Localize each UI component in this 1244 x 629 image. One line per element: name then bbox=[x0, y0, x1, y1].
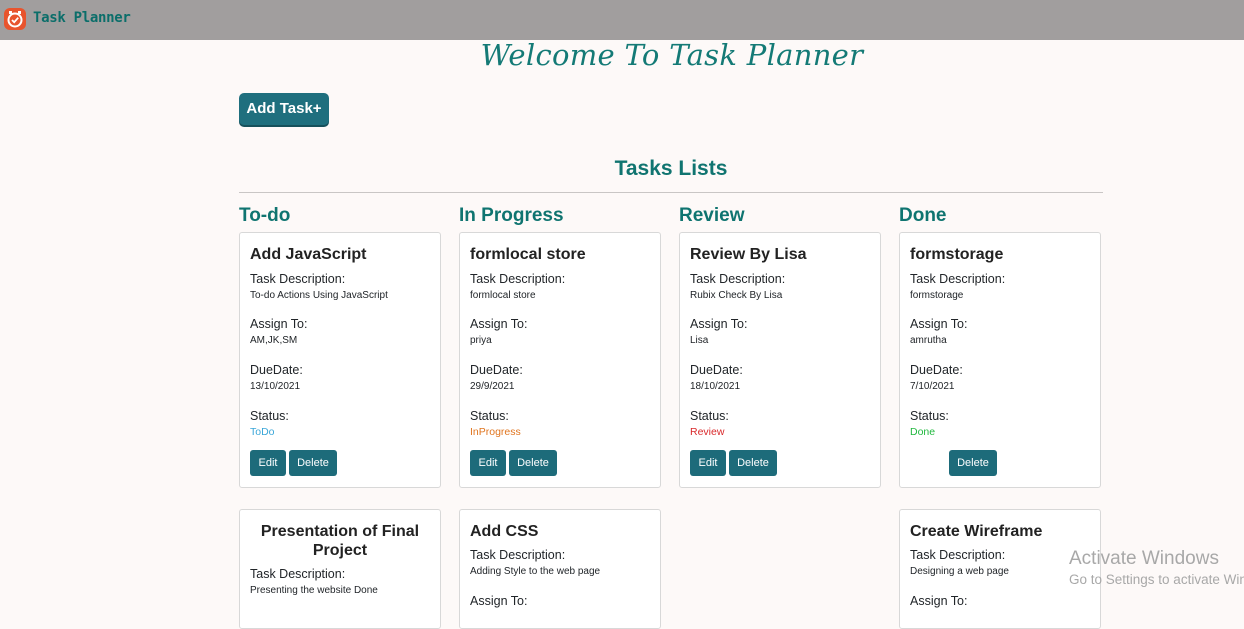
edit-button[interactable]: Edit bbox=[470, 450, 506, 476]
description-label: Task Description: bbox=[910, 548, 1006, 562]
description-label: Task Description: bbox=[470, 548, 566, 562]
task-title: Create Wireframe bbox=[910, 523, 1043, 540]
assign-label: Assign To: bbox=[910, 594, 968, 608]
description-label: Task Description: bbox=[470, 272, 566, 286]
due-date-value: 18/10/2021 bbox=[690, 381, 741, 392]
assign-label: Assign To: bbox=[910, 317, 968, 331]
due-date-label: DueDate: bbox=[470, 363, 523, 377]
description-label: Task Description: bbox=[910, 272, 1006, 286]
status-label: Status: bbox=[690, 409, 729, 423]
due-date-label: DueDate: bbox=[910, 363, 963, 377]
description-value: Designing a web page bbox=[910, 566, 1009, 577]
task-title: Add CSS bbox=[470, 523, 539, 540]
column-title-done: Done bbox=[899, 205, 947, 226]
edit-button[interactable]: Edit bbox=[690, 450, 726, 476]
delete-button[interactable]: Delete bbox=[289, 450, 337, 476]
column-title-review: Review bbox=[679, 205, 745, 226]
delete-button[interactable]: Delete bbox=[509, 450, 557, 476]
status-value: Review bbox=[690, 426, 725, 438]
assign-label: Assign To: bbox=[690, 317, 748, 331]
description-value: formstorage bbox=[910, 290, 964, 301]
status-value: ToDo bbox=[250, 426, 275, 438]
description-label: Task Description: bbox=[250, 567, 346, 581]
assign-value: priya bbox=[470, 335, 492, 346]
status-value: Done bbox=[910, 426, 936, 438]
status-label: Status: bbox=[470, 409, 509, 423]
status-label: Status: bbox=[910, 409, 949, 423]
task-card: formlocal store Task Description: formlo… bbox=[459, 232, 661, 488]
task-card: formstorage Task Description: formstorag… bbox=[899, 232, 1101, 488]
description-value: formlocal store bbox=[470, 290, 536, 301]
assign-value: amrutha bbox=[910, 335, 947, 346]
due-date-value: 29/9/2021 bbox=[470, 381, 515, 392]
activate-windows-watermark-text: Go to Settings to activate Windows. bbox=[1069, 572, 1244, 587]
description-label: Task Description: bbox=[690, 272, 786, 286]
activate-windows-watermark-title: Activate Windows bbox=[1069, 548, 1219, 569]
task-card: Add JavaScript Task Description: To-do A… bbox=[239, 232, 441, 488]
description-label: Task Description: bbox=[250, 272, 346, 286]
task-title: formstorage bbox=[910, 246, 1004, 263]
task-title: Add JavaScript bbox=[250, 246, 367, 263]
assign-label: Assign To: bbox=[250, 317, 308, 331]
navbar: Task Planner bbox=[0, 0, 1244, 40]
due-date-value: 7/10/2021 bbox=[910, 381, 955, 392]
delete-button[interactable]: Delete bbox=[949, 450, 997, 476]
page-title: Welcome To Task Planner bbox=[480, 38, 864, 72]
description-value: Rubix Check By Lisa bbox=[690, 290, 783, 301]
status-value: InProgress bbox=[470, 426, 521, 438]
divider bbox=[239, 192, 1103, 193]
assign-value: Lisa bbox=[690, 335, 709, 346]
description-value: Presenting the website Done bbox=[250, 585, 378, 596]
add-task-button[interactable]: Add Task+ bbox=[239, 93, 329, 125]
task-title: formlocal store bbox=[470, 246, 586, 263]
column-title-in-progress: In Progress bbox=[459, 205, 564, 226]
task-card: Presentation of Final Project Task Descr… bbox=[239, 509, 441, 629]
description-value: Adding Style to the web page bbox=[470, 566, 601, 577]
due-date-value: 13/10/2021 bbox=[250, 381, 301, 392]
task-title: Review By Lisa bbox=[690, 246, 807, 263]
task-title: Presentation of Final Project bbox=[260, 523, 420, 559]
assign-value: AM,JK,SM bbox=[250, 335, 298, 346]
description-value: To-do Actions Using JavaScript bbox=[250, 290, 388, 301]
task-card: Add CSS Task Description: Adding Style t… bbox=[459, 509, 661, 629]
delete-button[interactable]: Delete bbox=[729, 450, 777, 476]
status-label: Status: bbox=[250, 409, 289, 423]
column-title-todo: To-do bbox=[239, 205, 291, 226]
edit-button[interactable]: Edit bbox=[250, 450, 286, 476]
task-planner-logo-icon[interactable] bbox=[4, 8, 26, 30]
task-card: Review By Lisa Task Description: Rubix C… bbox=[679, 232, 881, 488]
due-date-label: DueDate: bbox=[250, 363, 303, 377]
assign-label: Assign To: bbox=[470, 594, 528, 608]
assign-label: Assign To: bbox=[470, 317, 528, 331]
brand-name[interactable]: Task Planner bbox=[33, 10, 131, 26]
tasks-lists-heading: Tasks Lists bbox=[614, 157, 728, 180]
due-date-label: DueDate: bbox=[690, 363, 743, 377]
